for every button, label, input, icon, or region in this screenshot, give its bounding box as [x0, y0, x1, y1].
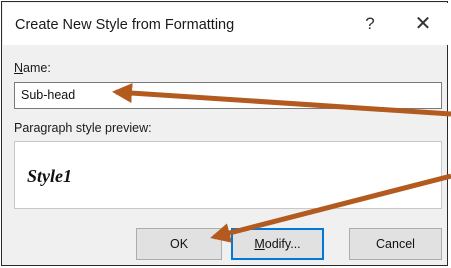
style-preview-box: Style1	[14, 141, 442, 209]
close-button[interactable]: ✕	[406, 9, 440, 39]
ok-button[interactable]: OK	[136, 228, 222, 260]
modify-button[interactable]: Modify...	[231, 228, 324, 260]
style-preview-text: Style1	[27, 166, 72, 186]
help-button[interactable]: ?	[355, 9, 385, 39]
name-label: Name:	[14, 61, 51, 75]
dialog-window: Create New Style from Formatting ? ✕ Nam…	[1, 1, 448, 266]
dialog-title: Create New Style from Formatting	[15, 17, 235, 33]
name-input[interactable]: Sub-head	[14, 82, 442, 109]
preview-label: Paragraph style preview:	[14, 121, 152, 135]
title-bar: Create New Style from Formatting ? ✕	[3, 3, 448, 45]
cancel-button[interactable]: Cancel	[349, 228, 442, 260]
